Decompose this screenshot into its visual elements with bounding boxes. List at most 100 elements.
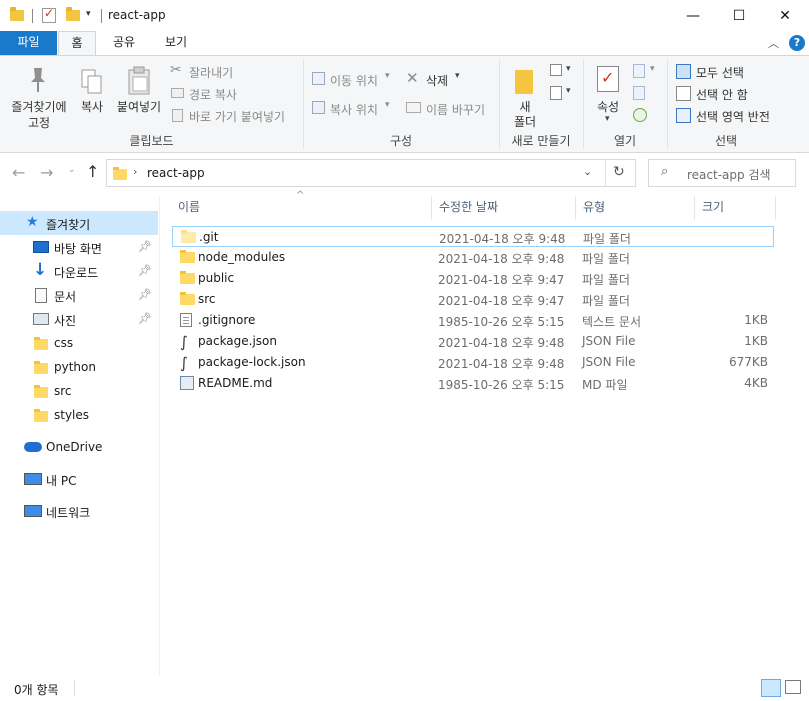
up-button[interactable]: ↑: [86, 162, 99, 181]
paste-button[interactable]: 붙여넣기: [112, 62, 166, 122]
cut-button[interactable]: ✂ 잘라내기: [170, 62, 300, 82]
nav-this-pc[interactable]: 내 PC: [0, 467, 158, 491]
folder-icon: [34, 337, 48, 350]
breadcrumb-current[interactable]: react-app: [147, 166, 205, 180]
search-box[interactable]: ⌕ react-app 검색: [648, 159, 796, 187]
back-button[interactable]: ←: [12, 163, 25, 182]
title-bar: ✓ ▾ react-app — ☐ ✕: [0, 0, 809, 31]
paste-label: 붙여넣기: [116, 100, 162, 114]
new-folder-quick-icon[interactable]: [66, 7, 80, 21]
table-row[interactable]: ∫ package.json 2021-04-18 오후 9:48 JSON F…: [172, 331, 774, 352]
table-row[interactable]: public 2021-04-18 오후 9:47 파일 폴더: [172, 268, 774, 289]
breadcrumb-chevron-icon[interactable]: ›: [133, 165, 137, 178]
nav-label: 다운로드: [54, 266, 99, 280]
table-row[interactable]: node_modules 2021-04-18 오후 9:48 파일 폴더: [172, 247, 774, 268]
column-header-name[interactable]: 이름: [172, 196, 432, 220]
open-icon: [633, 64, 645, 78]
paste-shortcut-button[interactable]: 바로 가기 붙여넣기: [170, 106, 300, 126]
select-none-button[interactable]: 선택 안 함: [676, 84, 786, 104]
help-icon[interactable]: ?: [789, 35, 805, 51]
large-icons-view-icon[interactable]: [785, 680, 801, 694]
nav-item-documents[interactable]: 문서 📌︎: [0, 283, 158, 307]
file-size: 1KB: [744, 313, 768, 327]
details-view-icon[interactable]: [761, 679, 781, 697]
column-header-modified[interactable]: 수정한 날짜: [433, 196, 576, 220]
navigation-pane: ★ 즐겨찾기 바탕 화면 📌︎ ↓ 다운로드 📌︎ 문서 📌︎ 사진 📌︎ cs…: [0, 205, 160, 675]
recent-locations-icon[interactable]: ⌄: [68, 165, 76, 175]
nav-quick-access[interactable]: ★ 즐겨찾기: [0, 211, 158, 235]
file-size: 1KB: [744, 334, 768, 348]
file-type: 파일 폴더: [582, 294, 630, 308]
nav-item-src[interactable]: src: [0, 379, 158, 403]
table-row[interactable]: ∫ package-lock.json 2021-04-18 오후 9:48 J…: [172, 352, 774, 373]
copy-path-button[interactable]: 경로 복사: [170, 84, 300, 104]
properties-button[interactable]: ✓ 속성 ▾: [590, 62, 626, 128]
move-to-button[interactable]: 이동 위치 ▾: [312, 70, 396, 90]
tab-file[interactable]: 파일: [0, 31, 57, 55]
file-modified: 2021-04-18 오후 9:48: [438, 336, 565, 350]
table-row[interactable]: README.md 1985-10-26 오후 5:15 MD 파일 4KB: [172, 373, 774, 394]
delete-button[interactable]: ✕ 삭제 ▾: [406, 69, 470, 90]
easy-access-icon: [550, 86, 562, 100]
column-header-size[interactable]: 크기: [696, 196, 776, 220]
nav-item-css[interactable]: css: [0, 331, 158, 355]
address-bar[interactable]: › react-app ⌄ ↻: [106, 159, 636, 187]
nav-item-downloads[interactable]: ↓ 다운로드 📌︎: [0, 259, 158, 283]
easy-access-button[interactable]: ▾: [550, 84, 574, 104]
properties-icon: ✓: [597, 66, 619, 92]
pin-icon[interactable]: 📌︎: [138, 288, 152, 301]
select-all-button[interactable]: 모두 선택: [676, 62, 786, 82]
ribbon: 즐겨찾기에 고정 복사 붙여넣기 ✂ 잘라내기 경로 복사 바로 가기 붙여넣기…: [0, 55, 809, 153]
table-row[interactable]: .git 2021-04-18 오후 9:48 파일 폴더: [172, 226, 774, 247]
move-to-label: 이동 위치: [330, 74, 378, 88]
pin-to-quick-access-button[interactable]: 즐겨찾기에 고정: [6, 62, 72, 132]
tab-home[interactable]: 홈: [58, 31, 96, 56]
rename-icon: [406, 102, 421, 113]
nav-item-desktop[interactable]: 바탕 화면 📌︎: [0, 235, 158, 259]
address-dropdown-icon[interactable]: ⌄: [583, 165, 592, 178]
item-count: 0개 항목: [14, 683, 59, 697]
tab-view[interactable]: 보기: [152, 31, 200, 55]
file-name: src: [198, 292, 216, 306]
forward-button[interactable]: →: [40, 163, 53, 182]
search-input-placeholder[interactable]: react-app 검색: [687, 166, 771, 183]
pin-icon[interactable]: 📌︎: [138, 240, 152, 253]
divider: [74, 680, 75, 696]
collapse-ribbon-icon[interactable]: ︿: [768, 35, 779, 51]
rename-label: 이름 바꾸기: [426, 103, 486, 117]
invert-selection-button[interactable]: 선택 영역 반전: [676, 106, 796, 126]
refresh-icon[interactable]: ↻: [613, 164, 625, 180]
customize-quick-access-icon[interactable]: ▾: [86, 9, 91, 19]
pin-icon[interactable]: 📌︎: [138, 312, 152, 325]
file-type: 파일 폴더: [583, 232, 631, 246]
history-button[interactable]: [633, 106, 651, 126]
column-header-type[interactable]: 유형: [577, 196, 695, 220]
new-folder-button[interactable]: 새 폴더: [506, 62, 544, 129]
nav-label: css: [54, 336, 74, 350]
open-button[interactable]: ▾: [633, 62, 661, 82]
properties-quick-icon[interactable]: ✓: [42, 6, 56, 23]
pin-icon[interactable]: 📌︎: [138, 264, 152, 277]
copy-button[interactable]: 복사: [74, 62, 110, 122]
divider: [605, 160, 606, 186]
text-file-icon: [180, 313, 192, 327]
close-button[interactable]: ✕: [762, 0, 808, 31]
nav-item-python[interactable]: python: [0, 355, 158, 379]
tab-share[interactable]: 공유: [100, 31, 148, 55]
nav-onedrive[interactable]: OneDrive: [0, 435, 158, 459]
cut-label: 잘라내기: [189, 66, 234, 80]
rename-button[interactable]: 이름 바꾸기: [406, 99, 496, 119]
table-row[interactable]: .gitignore 1985-10-26 오후 5:15 텍스트 문서 1KB: [172, 310, 774, 331]
folder-icon: [180, 292, 195, 305]
nav-item-styles[interactable]: styles: [0, 403, 158, 427]
computer-icon: [24, 473, 42, 485]
new-item-button[interactable]: ▾: [550, 62, 574, 82]
nav-network[interactable]: 네트워크: [0, 499, 158, 523]
minimize-button[interactable]: —: [670, 0, 716, 31]
maximize-button[interactable]: ☐: [716, 0, 762, 31]
copy-to-button[interactable]: 복사 위치 ▾: [312, 99, 396, 119]
table-row[interactable]: src 2021-04-18 오후 9:47 파일 폴더: [172, 289, 774, 310]
nav-item-pictures[interactable]: 사진 📌︎: [0, 307, 158, 331]
new-item-icon: [550, 64, 562, 76]
edit-button[interactable]: [633, 84, 651, 104]
